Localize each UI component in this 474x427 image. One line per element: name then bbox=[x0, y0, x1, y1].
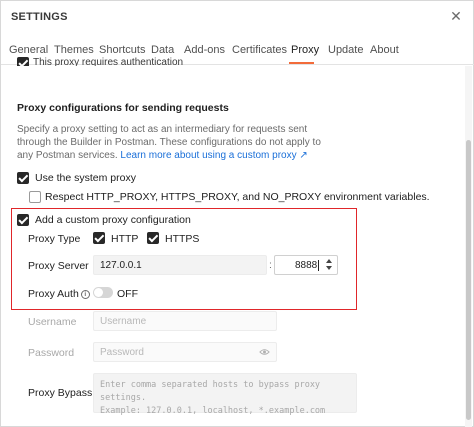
proxy-bypass-label: Proxy Bypass bbox=[28, 387, 93, 399]
tab-update[interactable]: Update bbox=[328, 44, 363, 56]
title-bar: SETTINGS ✕ bbox=[1, 1, 474, 33]
username-input[interactable]: Username bbox=[93, 311, 277, 331]
custom-proxy-label: Add a custom proxy configuration bbox=[35, 214, 191, 226]
tab-data[interactable]: Data bbox=[151, 44, 174, 56]
proxy-bypass-textarea[interactable]: Enter comma separated hosts to bypass pr… bbox=[93, 373, 357, 416]
use-system-proxy-checkbox[interactable] bbox=[17, 172, 29, 184]
password-placeholder: Password bbox=[100, 347, 144, 358]
password-input[interactable]: Password bbox=[93, 342, 277, 362]
proxy-server-value: 127.0.0.1 bbox=[100, 260, 142, 271]
respect-env-checkbox[interactable] bbox=[29, 191, 41, 203]
settings-window: SETTINGS ✕ General Themes Shortcuts Data… bbox=[0, 0, 474, 427]
section-description: Specify a proxy setting to act as an int… bbox=[17, 123, 327, 162]
tab-shortcuts[interactable]: Shortcuts bbox=[99, 44, 145, 56]
close-icon[interactable]: ✕ bbox=[447, 7, 465, 25]
custom-proxy-checkbox[interactable] bbox=[17, 214, 29, 226]
tab-proxy[interactable]: Proxy bbox=[291, 44, 319, 56]
proxy-auth-state: OFF bbox=[117, 288, 138, 300]
window-title: SETTINGS bbox=[11, 11, 68, 23]
learn-more-link[interactable]: Learn more about using a custom proxy ↗ bbox=[120, 150, 307, 161]
proxy-auth-toggle[interactable] bbox=[93, 287, 113, 298]
tab-add-ons[interactable]: Add-ons bbox=[184, 44, 225, 56]
tab-about[interactable]: About bbox=[370, 44, 399, 56]
proxy-port-value: 8888 bbox=[281, 260, 320, 271]
respect-env-label: Respect HTTP_PROXY, HTTPS_PROXY, and NO_… bbox=[45, 191, 430, 203]
http-checkbox[interactable] bbox=[93, 232, 105, 244]
scroll-mask bbox=[1, 66, 467, 69]
https-checkbox[interactable] bbox=[147, 232, 159, 244]
https-label: HTTPS bbox=[165, 233, 200, 245]
eye-icon[interactable] bbox=[259, 348, 270, 356]
bypass-placeholder-line-2: Example: 127.0.0.1, localhost, *.example… bbox=[100, 406, 326, 416]
proxy-auth-label: Proxy Auth i bbox=[28, 288, 90, 300]
port-stepper-icon[interactable] bbox=[325, 258, 333, 272]
proxy-port-input[interactable]: 8888 bbox=[274, 255, 338, 275]
use-system-proxy-label: Use the system proxy bbox=[35, 172, 136, 184]
proxy-auth-text: Proxy Auth bbox=[28, 288, 79, 300]
password-label: Password bbox=[28, 347, 75, 359]
scrollbar-thumb[interactable] bbox=[466, 140, 471, 420]
username-label: Username bbox=[28, 316, 77, 328]
username-placeholder: Username bbox=[100, 316, 147, 327]
tab-themes[interactable]: Themes bbox=[54, 44, 94, 56]
active-tab-indicator bbox=[289, 62, 314, 64]
port-separator: : bbox=[269, 259, 272, 271]
tab-general[interactable]: General bbox=[9, 44, 48, 56]
info-icon[interactable]: i bbox=[80, 290, 90, 299]
section-heading: Proxy configurations for sending request… bbox=[17, 102, 229, 114]
scrollbar[interactable] bbox=[465, 66, 472, 427]
proxy-type-label: Proxy Type bbox=[28, 233, 81, 245]
tab-certificates[interactable]: Certificates bbox=[232, 44, 287, 56]
proxy-server-input[interactable]: 127.0.0.1 bbox=[93, 255, 267, 275]
bypass-placeholder-line-1: Enter comma separated hosts to bypass pr… bbox=[100, 380, 321, 403]
http-label: HTTP bbox=[111, 233, 139, 245]
proxy-server-label: Proxy Server bbox=[28, 260, 89, 272]
